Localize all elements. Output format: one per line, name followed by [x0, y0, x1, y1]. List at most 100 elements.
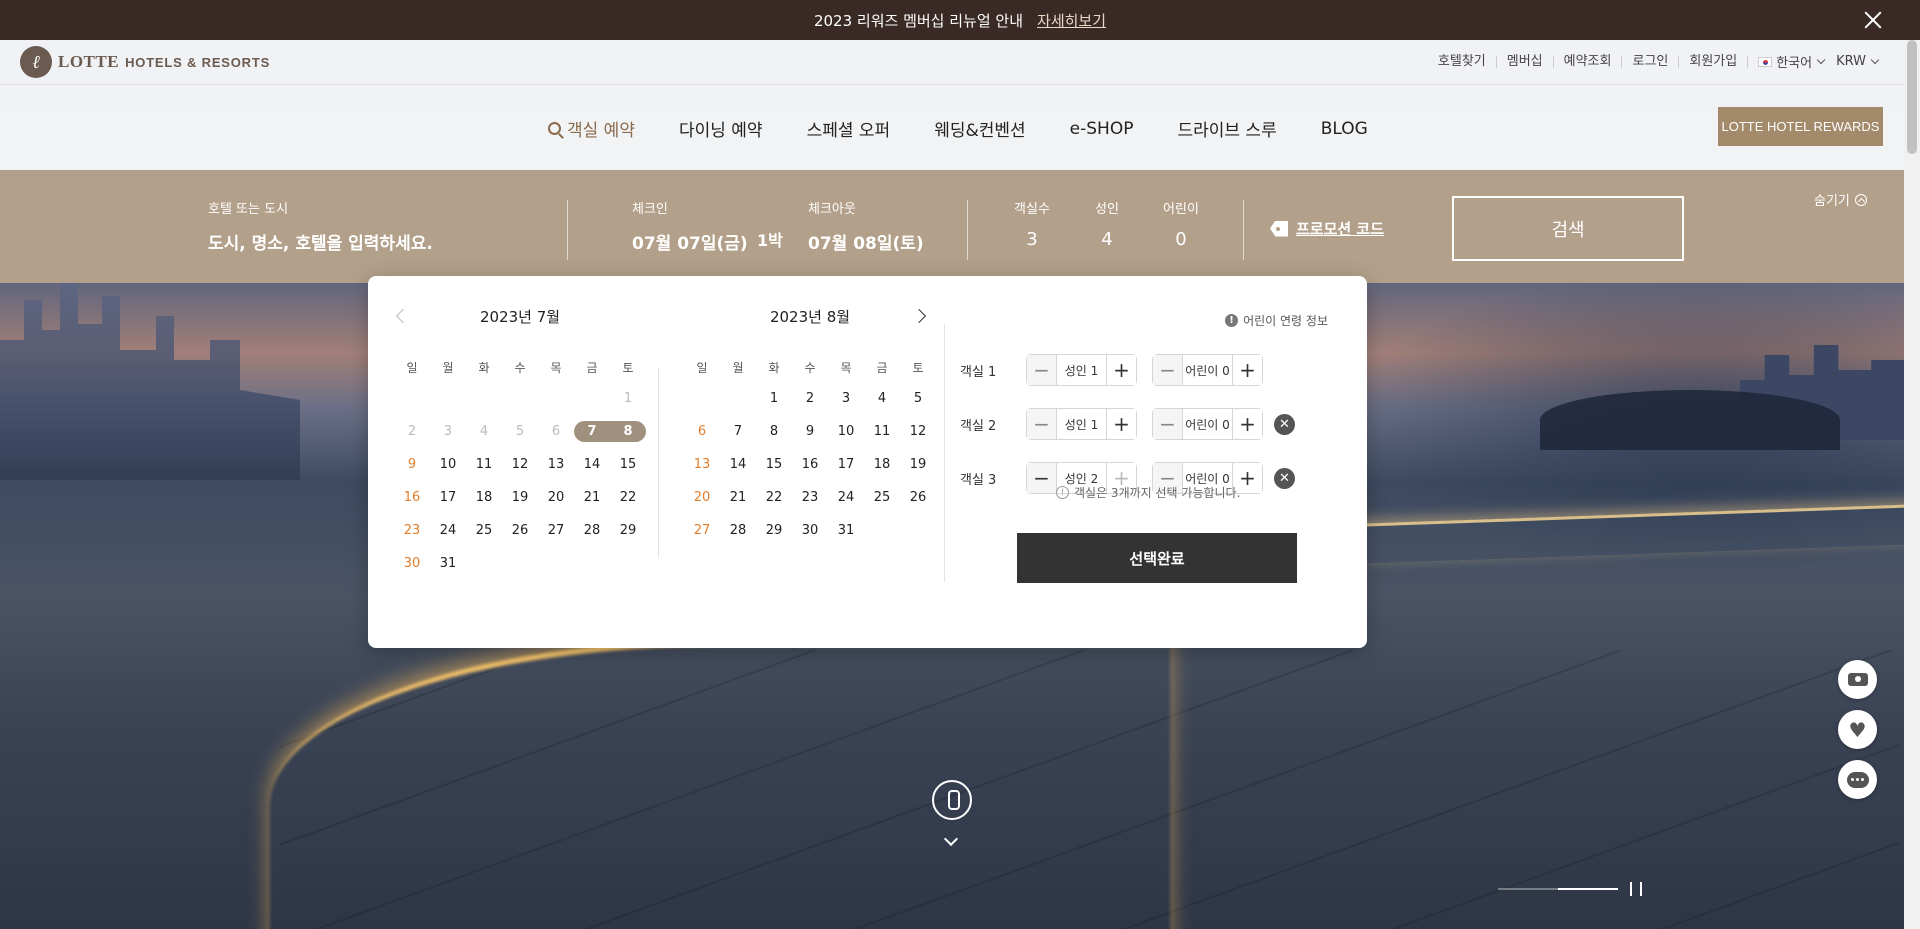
- chat-button[interactable]: [1838, 760, 1877, 799]
- close-icon[interactable]: [1862, 9, 1884, 31]
- calendar-day[interactable]: 31: [430, 547, 466, 580]
- plus-icon[interactable]: +: [1232, 355, 1262, 385]
- calendar-day[interactable]: 13: [538, 448, 574, 481]
- calendar-day[interactable]: 28: [574, 514, 610, 547]
- calendar-day[interactable]: 16: [792, 448, 828, 481]
- calendar-day[interactable]: 6: [538, 415, 574, 448]
- calendar-day[interactable]: 27: [538, 514, 574, 547]
- calendar-day[interactable]: 25: [864, 481, 900, 514]
- calendar-day[interactable]: 1: [756, 382, 792, 415]
- checkin-field[interactable]: 체크인 07월 07일(금): [632, 198, 748, 254]
- search-button[interactable]: 검색: [1452, 196, 1684, 261]
- calendar-day[interactable]: 8: [756, 415, 792, 448]
- calendar-day[interactable]: 26: [900, 481, 936, 514]
- minus-icon[interactable]: −: [1027, 409, 1057, 439]
- nav-special-offer[interactable]: 스페셜 오퍼: [807, 116, 891, 141]
- nav-eshop[interactable]: e-SHOP: [1070, 116, 1134, 141]
- notice-detail-link[interactable]: 자세히보기: [1037, 10, 1106, 31]
- calendar-day[interactable]: 5: [900, 382, 936, 415]
- nav-dining[interactable]: 다이닝 예약: [679, 116, 763, 141]
- calendar-day[interactable]: 12: [900, 415, 936, 448]
- calendar-day[interactable]: 30: [394, 547, 430, 580]
- calendar-day[interactable]: 22: [756, 481, 792, 514]
- calendar-day[interactable]: 19: [900, 448, 936, 481]
- calendar-day[interactable]: 11: [864, 415, 900, 448]
- nav-blog[interactable]: BLOG: [1321, 116, 1368, 141]
- calendar-day[interactable]: 21: [720, 481, 756, 514]
- checkout-field[interactable]: 체크아웃 07월 08일(토): [808, 198, 924, 254]
- plus-icon[interactable]: +: [1106, 355, 1136, 385]
- minus-icon[interactable]: −: [1153, 355, 1183, 385]
- util-signup[interactable]: 회원가입: [1679, 55, 1749, 68]
- plus-icon[interactable]: +: [1232, 409, 1262, 439]
- calendar-day[interactable]: 14: [574, 448, 610, 481]
- nav-room-reservation[interactable]: 객실 예약: [548, 116, 635, 141]
- logo[interactable]: ℓ LOTTE HOTELS & RESORTS: [20, 46, 270, 78]
- language-selector[interactable]: 한국어: [1748, 52, 1826, 71]
- calendar-day[interactable]: 4: [864, 382, 900, 415]
- pause-icon[interactable]: [1630, 882, 1642, 896]
- calendar-day[interactable]: 14: [720, 448, 756, 481]
- nav-drive-thru[interactable]: 드라이브 스루: [1177, 116, 1276, 141]
- util-login[interactable]: 로그인: [1622, 55, 1680, 68]
- minus-icon[interactable]: −: [1153, 409, 1183, 439]
- adults-count-field[interactable]: 성인 4: [1077, 198, 1137, 250]
- calendar-day[interactable]: 7: [720, 415, 756, 448]
- currency-selector[interactable]: KRW: [1826, 54, 1880, 69]
- hide-button[interactable]: 숨기기: [1814, 190, 1867, 209]
- calendar-day[interactable]: 6: [684, 415, 720, 448]
- calendar-day[interactable]: 3: [828, 382, 864, 415]
- calendar-day[interactable]: 20: [684, 481, 720, 514]
- util-membership[interactable]: 멤버십: [1497, 55, 1554, 68]
- calendar-day[interactable]: 23: [394, 514, 430, 547]
- calendar-day[interactable]: 30: [792, 514, 828, 547]
- destination-field[interactable]: 호텔 또는 도시 도시, 명소, 호텔을 입력하세요.: [208, 198, 433, 254]
- coupon-button[interactable]: [1838, 660, 1877, 699]
- calendar-day[interactable]: 24: [430, 514, 466, 547]
- children-count-field[interactable]: 어린이 0: [1151, 198, 1211, 250]
- prev-month-icon[interactable]: [395, 308, 411, 324]
- calendar-day[interactable]: 24: [828, 481, 864, 514]
- calendar-day[interactable]: 16: [394, 481, 430, 514]
- calendar-day[interactable]: 15: [610, 448, 646, 481]
- calendar-day[interactable]: 2: [394, 415, 430, 448]
- calendar-day[interactable]: 17: [430, 481, 466, 514]
- calendar-day[interactable]: 26: [502, 514, 538, 547]
- calendar-day[interactable]: 8: [610, 415, 646, 448]
- calendar-day[interactable]: 28: [720, 514, 756, 547]
- calendar-day[interactable]: 15: [756, 448, 792, 481]
- calendar-day[interactable]: 10: [430, 448, 466, 481]
- calendar-day[interactable]: 18: [466, 481, 502, 514]
- calendar-day[interactable]: 11: [466, 448, 502, 481]
- calendar-day[interactable]: 19: [502, 481, 538, 514]
- calendar-day[interactable]: 10: [828, 415, 864, 448]
- calendar-day[interactable]: 29: [610, 514, 646, 547]
- calendar-day[interactable]: 1: [610, 382, 646, 415]
- scrollbar[interactable]: [1904, 40, 1920, 929]
- calendar-day[interactable]: 20: [538, 481, 574, 514]
- nav-wedding[interactable]: 웨딩&컨벤션: [934, 116, 1025, 141]
- calendar-day[interactable]: 9: [792, 415, 828, 448]
- kid-age-info-link[interactable]: ! 어린이 연령 정보: [1225, 312, 1328, 329]
- calendar-day[interactable]: 27: [684, 514, 720, 547]
- calendar-day[interactable]: 3: [430, 415, 466, 448]
- calendar-day[interactable]: 5: [502, 415, 538, 448]
- calendar-day[interactable]: 18: [864, 448, 900, 481]
- done-button[interactable]: 선택완료: [1017, 533, 1297, 583]
- rewards-button[interactable]: LOTTE HOTEL REWARDS: [1718, 107, 1883, 146]
- calendar-day[interactable]: 7: [574, 415, 610, 448]
- remove-room-icon[interactable]: ✕: [1274, 467, 1295, 489]
- promo-code-link[interactable]: 프로모션 코드: [1270, 218, 1384, 239]
- calendar-day[interactable]: 2: [792, 382, 828, 415]
- calendar-day[interactable]: 29: [756, 514, 792, 547]
- calendar-day[interactable]: 4: [466, 415, 502, 448]
- next-month-icon[interactable]: [911, 308, 927, 324]
- calendar-day[interactable]: 17: [828, 448, 864, 481]
- util-reservation-lookup[interactable]: 예약조회: [1554, 55, 1623, 68]
- calendar-day[interactable]: 31: [828, 514, 864, 547]
- destination-input[interactable]: 도시, 명소, 호텔을 입력하세요.: [208, 229, 433, 254]
- remove-room-icon[interactable]: ✕: [1274, 413, 1295, 435]
- calendar-day[interactable]: 23: [792, 481, 828, 514]
- plus-icon[interactable]: +: [1106, 409, 1136, 439]
- rooms-count-field[interactable]: 객실수 3: [1002, 198, 1062, 250]
